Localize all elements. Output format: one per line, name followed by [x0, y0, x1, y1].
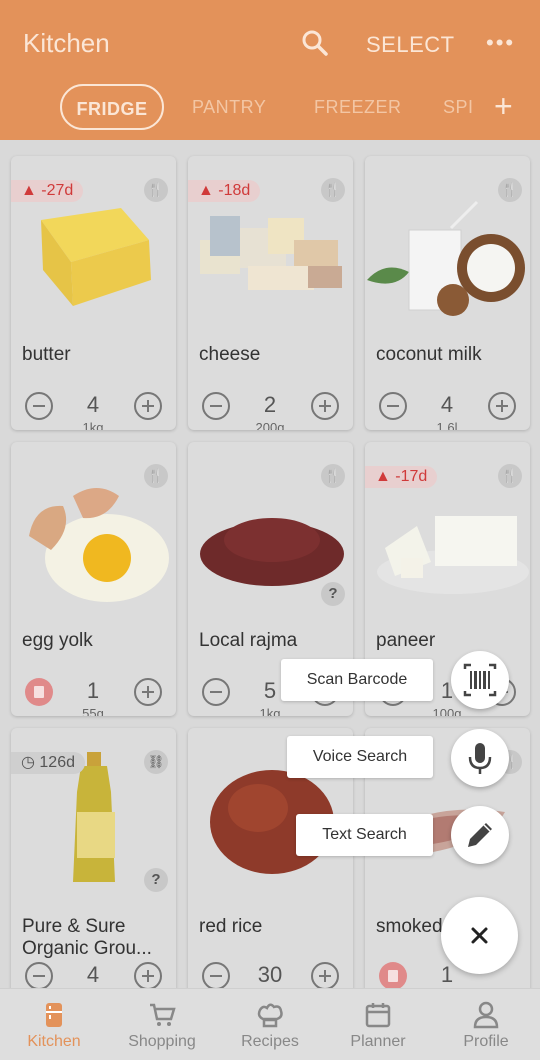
scan-barcode-button[interactable]	[451, 651, 509, 709]
fork-knife-icon[interactable]: 🍴	[321, 178, 345, 202]
barcode-icon	[463, 663, 497, 697]
fork-knife-icon[interactable]: 🍴	[144, 464, 168, 488]
increase-button[interactable]	[134, 962, 162, 988]
item-card[interactable]: ▲ -18d 🍴 cheese 2 200g	[188, 156, 353, 430]
app-header: Kitchen SELECT ••• FRIDGE PANTRY FREEZER…	[0, 0, 540, 140]
text-search-button[interactable]	[451, 806, 509, 864]
close-speed-dial-button[interactable]	[441, 897, 518, 974]
tab-spices[interactable]: SPI	[443, 84, 474, 130]
item-card[interactable]: 🍴 coconut milk 4 1.6l	[365, 156, 530, 430]
item-name: coconut milk	[376, 344, 482, 365]
tab-fridge[interactable]: FRIDGE	[60, 84, 164, 130]
egg-yolk-image	[29, 488, 169, 602]
coconut-milk-image	[367, 200, 525, 316]
decrease-button[interactable]	[25, 962, 53, 988]
delete-button[interactable]	[379, 962, 407, 988]
increase-button[interactable]	[311, 392, 339, 420]
delete-button[interactable]	[25, 678, 53, 706]
expiry-badge: ▲ -18d	[188, 180, 261, 202]
decrease-button[interactable]	[202, 392, 230, 420]
item-card[interactable]: ◷ 126d ⛓ ? Pure & Sure Organic Grou... 4	[11, 728, 176, 988]
expiry-badge: ◷ 126d	[11, 752, 85, 774]
calendar-icon	[365, 1003, 391, 1028]
item-quantity: 30	[257, 962, 283, 987]
item-quantity: 2	[263, 392, 277, 417]
nav-label: Planner	[350, 1033, 406, 1050]
item-quantity: 4	[440, 392, 454, 417]
item-name: butter	[22, 344, 71, 365]
nav-label: Kitchen	[27, 1033, 81, 1050]
category-tabs: FRIDGE PANTRY FREEZER SPI +	[0, 84, 540, 130]
cart-icon	[150, 1003, 176, 1026]
item-quantity: 1	[86, 678, 100, 703]
item-card[interactable]: 🍴 egg yolk 1 55g	[11, 442, 176, 716]
bottom-navigation: Kitchen Shopping Recipes Planner Profile	[0, 988, 540, 1060]
item-name: Local rajma	[199, 630, 298, 651]
fork-knife-icon[interactable]: 🍴	[321, 464, 345, 488]
nav-label: Recipes	[241, 1033, 299, 1050]
help-icon[interactable]: ?	[321, 582, 345, 606]
pencil-icon	[468, 823, 492, 847]
nav-kitchen[interactable]: Kitchen	[0, 989, 108, 1060]
fork-knife-icon[interactable]: 🍴	[498, 464, 522, 488]
fridge-icon	[46, 1003, 62, 1027]
item-card[interactable]: ▲ -27d 🍴 butter 4 1kg	[11, 156, 176, 430]
person-icon	[473, 1001, 499, 1029]
item-name: egg yolk	[22, 630, 93, 651]
nav-shopping[interactable]: Shopping	[108, 989, 216, 1060]
item-name: red rice	[199, 916, 263, 937]
butter-image	[41, 208, 151, 306]
nav-label: Profile	[463, 1033, 509, 1050]
item-name: cheese	[199, 344, 261, 365]
item-quantity: 4	[86, 962, 100, 987]
tab-freezer[interactable]: FREEZER	[314, 84, 402, 130]
microphone-icon	[468, 743, 492, 774]
close-icon	[471, 927, 488, 944]
item-name: paneer	[376, 630, 436, 651]
decrease-button[interactable]	[379, 392, 407, 420]
nav-label: Shopping	[128, 1033, 196, 1050]
tab-pantry[interactable]: PANTRY	[192, 84, 266, 130]
increase-button[interactable]	[134, 392, 162, 420]
more-options-icon[interactable]: •••	[486, 30, 516, 55]
item-name: Pure & Sure Organic Grou...	[22, 916, 152, 959]
expiry-badge: ▲ -17d	[365, 466, 438, 488]
fork-knife-icon[interactable]: 🍴	[144, 178, 168, 202]
increase-button[interactable]	[311, 962, 339, 988]
item-unit: 1kg	[259, 706, 281, 716]
fork-knife-icon[interactable]: 🍴	[498, 178, 522, 202]
text-search-label[interactable]: Text Search	[296, 814, 433, 856]
help-icon[interactable]: ?	[144, 868, 168, 892]
decrease-button[interactable]	[25, 392, 53, 420]
item-unit: 200g	[255, 420, 285, 430]
paneer-image	[377, 516, 529, 594]
increase-button[interactable]	[134, 678, 162, 706]
chef-hat-icon	[257, 1003, 283, 1028]
scan-barcode-label[interactable]: Scan Barcode	[281, 659, 433, 701]
item-unit: 55g	[82, 706, 104, 716]
voice-search-label[interactable]: Voice Search	[287, 736, 433, 778]
item-unit: 1.6l	[436, 420, 458, 430]
add-tab-button[interactable]: +	[494, 90, 520, 122]
voice-search-button[interactable]	[451, 729, 509, 787]
item-unit: 1kg	[82, 420, 104, 430]
page-title: Kitchen	[23, 28, 110, 58]
nav-planner[interactable]: Planner	[324, 989, 432, 1060]
select-button[interactable]: SELECT	[366, 32, 455, 58]
decrease-button[interactable]	[202, 678, 230, 706]
item-quantity: 4	[86, 392, 100, 417]
increase-button[interactable]	[488, 392, 516, 420]
nav-recipes[interactable]: Recipes	[216, 989, 324, 1060]
cheese-image	[200, 216, 342, 290]
expiry-badge: ▲ -27d	[11, 180, 84, 202]
search-icon[interactable]	[300, 28, 330, 58]
decrease-button[interactable]	[202, 962, 230, 988]
nav-profile[interactable]: Profile	[432, 989, 540, 1060]
unlink-icon[interactable]: ⛓	[144, 750, 168, 774]
